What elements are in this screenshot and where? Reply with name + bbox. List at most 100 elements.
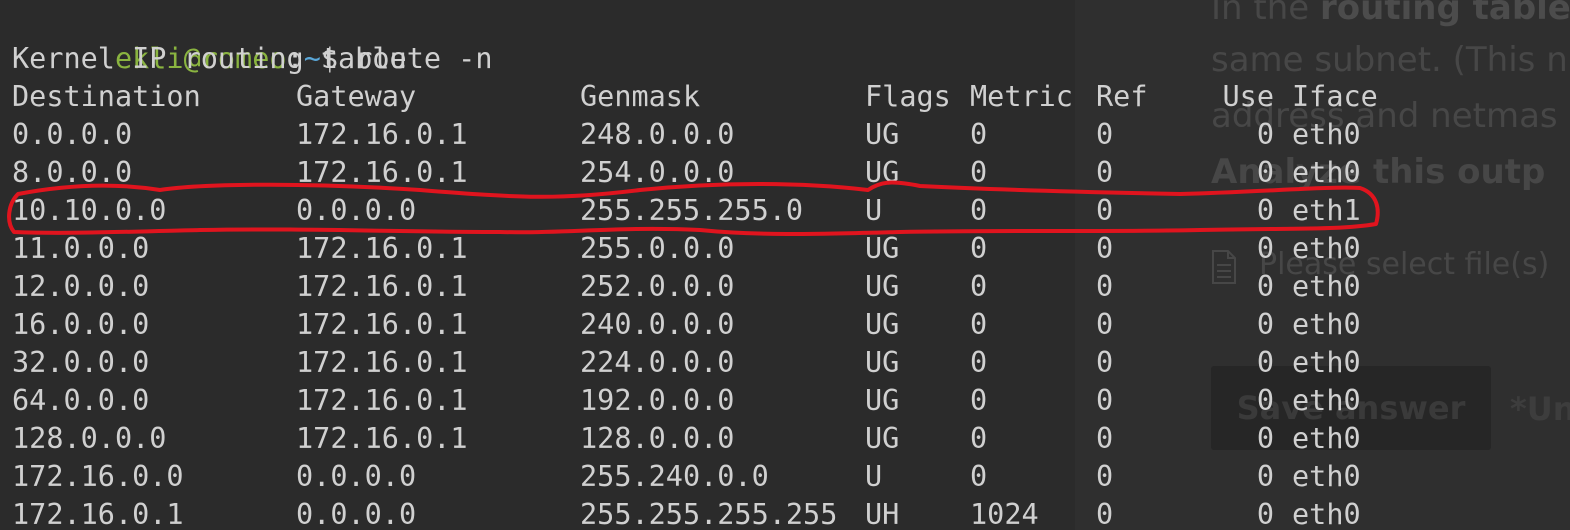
metric-cell: 0 <box>970 308 988 341</box>
ref-cell: 0 <box>1096 270 1114 303</box>
genmask-cell: 192.0.0.0 <box>580 384 735 417</box>
gateway-cell: 172.16.0.1 <box>296 346 468 379</box>
header-genmask: Genmask <box>580 80 701 113</box>
routing-table-row: 32.0.0.0 172.16.0.1 224.0.0.0 UG 0 0 0 eth0 <box>12 344 1412 382</box>
header-gateway: Gateway <box>296 80 417 113</box>
use-cell: 0 <box>1256 308 1274 341</box>
header-metric: Metric <box>970 80 1073 113</box>
genmask-cell: 255.255.255.0 <box>580 194 804 227</box>
destination-cell: 16.0.0.0 <box>12 308 150 341</box>
routing-table-row: 11.0.0.0 172.16.0.1 255.0.0.0 UG 0 0 0 eth0 <box>12 230 1412 268</box>
destination-cell: 128.0.0.0 <box>12 422 167 455</box>
metric-cell: 0 <box>970 194 988 227</box>
flags-cell: UG <box>865 308 900 341</box>
genmask-cell: 240.0.0.0 <box>580 308 735 341</box>
use-cell: 0 <box>1256 384 1274 417</box>
metric-cell: 0 <box>970 384 988 417</box>
destination-cell: 10.10.0.0 <box>12 194 167 227</box>
gateway-cell: 172.16.0.1 <box>296 232 468 265</box>
ref-cell: 0 <box>1096 498 1114 530</box>
use-cell: 0 <box>1256 232 1274 265</box>
flags-cell: UG <box>865 422 900 455</box>
use-cell: 0 <box>1256 156 1274 189</box>
ref-cell: 0 <box>1096 308 1114 341</box>
metric-cell: 0 <box>970 232 988 265</box>
destination-cell: 0.0.0.0 <box>12 118 133 151</box>
ref-cell: 0 <box>1096 384 1114 417</box>
header-use: Use <box>1222 80 1274 113</box>
screen: In the routing table same subnet. (This … <box>0 0 1570 530</box>
destination-cell: 172.16.0.0 <box>12 460 184 493</box>
destination-cell: 11.0.0.0 <box>12 232 150 265</box>
gateway-cell: 0.0.0.0 <box>296 498 417 530</box>
flags-cell: U <box>865 194 883 227</box>
routing-table-row: 10.10.0.0 0.0.0.0 255.255.255.0 U 0 0 0 eth1 <box>12 192 1412 230</box>
iface-cell: eth0 <box>1292 232 1361 265</box>
destination-cell: 8.0.0.0 <box>12 156 133 189</box>
gateway-cell: 172.16.0.1 <box>296 384 468 417</box>
genmask-cell: 224.0.0.0 <box>580 346 735 379</box>
routing-table-row: 8.0.0.0 172.16.0.1 254.0.0.0 UG 0 0 0 eth0 <box>12 154 1412 192</box>
routing-table-row: 16.0.0.0 172.16.0.1 240.0.0.0 UG 0 0 0 eth0 <box>12 306 1412 344</box>
gateway-cell: 172.16.0.1 <box>296 270 468 303</box>
header-flags: Flags <box>865 80 951 113</box>
genmask-cell: 128.0.0.0 <box>580 422 735 455</box>
routing-table-row: 128.0.0.0 172.16.0.1 128.0.0.0 UG 0 0 0 eth0 <box>12 420 1412 458</box>
ref-cell: 0 <box>1096 346 1114 379</box>
bg-intro-text: In the routing table <box>1211 0 1570 28</box>
flags-cell: UH <box>865 498 900 530</box>
bg-intro-bold: routing table <box>1320 0 1570 28</box>
routing-table-header: Destination Gateway Genmask Flags Metric Ref U… <box>12 78 1412 116</box>
destination-cell: 12.0.0.0 <box>12 270 150 303</box>
metric-cell: 0 <box>970 460 988 493</box>
header-destination: Destination <box>12 80 201 113</box>
flags-cell: UG <box>865 232 900 265</box>
terminal-output: ekli@romeo:~$ route -n Kernel IP routing… <box>12 0 1378 530</box>
flags-cell: U <box>865 460 883 493</box>
routing-table-row: 172.16.0.0 0.0.0.0 255.240.0.0 U 0 0 0 eth0 <box>12 458 1412 496</box>
iface-cell: eth0 <box>1292 156 1361 189</box>
header-ref: Ref <box>1096 80 1148 113</box>
ref-cell: 0 <box>1096 460 1114 493</box>
genmask-cell: 252.0.0.0 <box>580 270 735 303</box>
use-cell: 0 <box>1256 118 1274 151</box>
genmask-cell: 255.255.255.255 <box>580 498 838 530</box>
bg-text-line: same subnet. (This n <box>1211 40 1568 80</box>
ref-cell: 0 <box>1096 156 1114 189</box>
iface-cell: eth0 <box>1292 460 1361 493</box>
use-cell: 0 <box>1256 498 1274 530</box>
flags-cell: UG <box>865 346 900 379</box>
routing-table-row: 0.0.0.0 172.16.0.1 248.0.0.0 UG 0 0 0 eth0 <box>12 116 1412 154</box>
gateway-cell: 172.16.0.1 <box>296 422 468 455</box>
ref-cell: 0 <box>1096 422 1114 455</box>
use-cell: 0 <box>1256 346 1274 379</box>
gateway-cell: 0.0.0.0 <box>296 460 417 493</box>
genmask-cell: 255.240.0.0 <box>580 460 769 493</box>
iface-cell: eth0 <box>1292 118 1361 151</box>
genmask-cell: 248.0.0.0 <box>580 118 735 151</box>
iface-cell: eth1 <box>1292 194 1361 227</box>
flags-cell: UG <box>865 270 900 303</box>
gateway-cell: 172.16.0.1 <box>296 308 468 341</box>
destination-cell: 32.0.0.0 <box>12 346 150 379</box>
use-cell: 0 <box>1256 460 1274 493</box>
flags-cell: UG <box>865 156 900 189</box>
ref-cell: 0 <box>1096 232 1114 265</box>
use-cell: 0 <box>1256 270 1274 303</box>
metric-cell: 0 <box>970 270 988 303</box>
routing-table-row: 64.0.0.0 172.16.0.1 192.0.0.0 UG 0 0 0 eth0 <box>12 382 1412 420</box>
gateway-cell: 0.0.0.0 <box>296 194 417 227</box>
metric-cell: 0 <box>970 422 988 455</box>
ref-cell: 0 <box>1096 194 1114 227</box>
prompt-line: ekli@romeo:~$ route -n <box>12 2 493 75</box>
metric-cell: 0 <box>970 118 988 151</box>
routing-table-title: Kernel IP routing table <box>12 42 407 75</box>
genmask-cell: 254.0.0.0 <box>580 156 735 189</box>
iface-cell: eth0 <box>1292 498 1361 530</box>
iface-cell: eth0 <box>1292 308 1361 341</box>
iface-cell: eth0 <box>1292 384 1361 417</box>
metric-cell: 0 <box>970 156 988 189</box>
flags-cell: UG <box>865 118 900 151</box>
ref-cell: 0 <box>1096 118 1114 151</box>
use-cell: 0 <box>1256 422 1274 455</box>
